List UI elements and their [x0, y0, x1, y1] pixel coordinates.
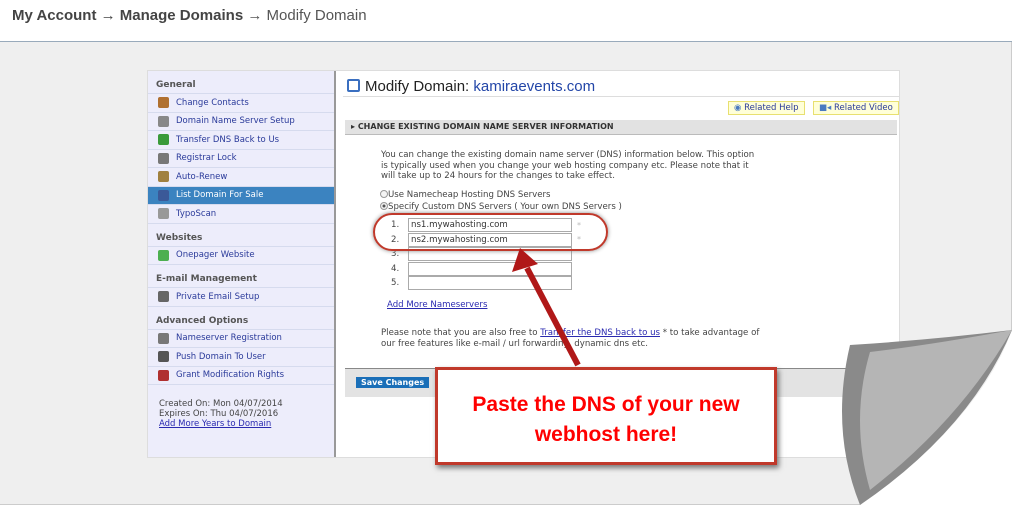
highlight-oval: [373, 213, 608, 251]
callout-line-2: webhost here!: [534, 423, 678, 446]
callout-line-1: Paste the DNS of your new: [472, 393, 740, 416]
annotation-callout: Paste the DNS of your new webhost here!: [435, 367, 777, 465]
